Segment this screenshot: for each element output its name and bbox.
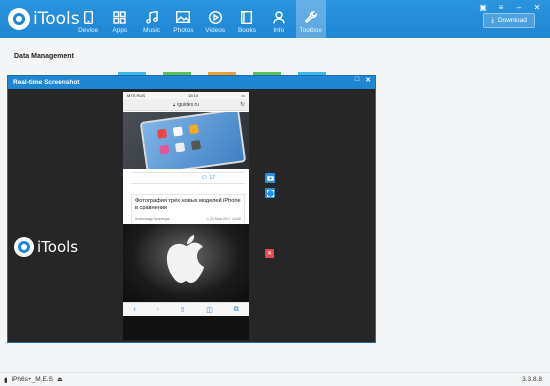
nav-music[interactable]: Music xyxy=(137,0,167,38)
close-icon[interactable]: ✕ xyxy=(365,76,371,84)
close-icon: ✕ xyxy=(266,251,273,257)
main-nav: Device Apps Music Photos Videos Books In… xyxy=(73,0,327,38)
photos-icon xyxy=(176,10,191,24)
lock-icon: 🔒︎ xyxy=(173,102,176,107)
app-tile xyxy=(156,128,168,139)
nav-videos[interactable]: Videos xyxy=(200,0,230,38)
reload-icon: ↻ xyxy=(239,102,245,108)
nav-label: Music xyxy=(143,27,161,34)
nav-label: Device xyxy=(78,27,98,34)
logo-text: iTools xyxy=(37,238,79,256)
videos-icon xyxy=(208,10,222,24)
version-label: 3.3.8.8 xyxy=(522,376,542,383)
comment-count: 17 xyxy=(209,175,215,181)
camera-button[interactable] xyxy=(265,173,275,183)
nav-device[interactable]: Device xyxy=(73,0,103,38)
article-date-wrap: ◷ 21 Мая 2017 14:00 xyxy=(206,217,241,221)
download-button[interactable]: ⤓ Download xyxy=(483,13,535,28)
article-title: Фотография трёх новых моделей iPhone в с… xyxy=(135,198,241,211)
app-tile xyxy=(172,126,183,137)
app-tile xyxy=(190,140,202,151)
app-tile xyxy=(175,142,186,153)
safari-url-bar: 🔒︎ iguides.ru ↻ xyxy=(123,99,249,111)
article-image-apple xyxy=(123,224,249,302)
phone-status-bar: MTS RUS 15:10 ▭ xyxy=(123,92,249,99)
nav-label: Apps xyxy=(112,27,128,34)
nav-label: Videos xyxy=(205,27,226,34)
close-icon[interactable]: ✕ xyxy=(532,3,542,12)
fullscreen-icon xyxy=(266,189,274,197)
app-logo: iTools xyxy=(8,6,80,32)
window-controls: ▣ ≡ – ✕ xyxy=(478,3,542,12)
wrench-icon xyxy=(304,10,318,24)
apps-icon xyxy=(113,10,127,24)
section-title: Data Management xyxy=(14,53,74,60)
screenshot-logo: iTools xyxy=(14,237,78,257)
screenshot-window-controls: □ ✕ xyxy=(355,76,371,84)
screenshot-title: Real-time Screenshot xyxy=(13,79,80,86)
nav-label: Toolbox xyxy=(299,27,322,34)
tabs-icon[interactable]: ⧉ xyxy=(234,306,239,314)
download-label: Download xyxy=(497,17,527,24)
restore-icon[interactable]: □ xyxy=(355,76,359,84)
user-icon xyxy=(272,10,286,24)
app-tile xyxy=(159,144,170,155)
comment-icon: 💬︎ xyxy=(201,175,208,181)
phone-icon xyxy=(81,10,95,24)
status-bar: ▮ iPh6s+_M.E.S ⏏ 3.3.8.8 xyxy=(0,372,550,386)
ipad-image xyxy=(139,112,247,169)
nav-label: Books xyxy=(237,27,257,34)
eject-icon[interactable]: ⏏ xyxy=(57,376,63,383)
camera-icon xyxy=(266,176,274,181)
phone-time: 15:10 xyxy=(188,93,199,98)
nav-photos[interactable]: Photos xyxy=(168,0,198,38)
safari-toolbar: ‹ › ⇧ ◫ ⧉ xyxy=(123,302,249,316)
menu-icon[interactable]: ≡ xyxy=(496,3,506,12)
download-manager-icon[interactable]: ▣ xyxy=(478,3,488,12)
forward-icon[interactable]: › xyxy=(156,306,158,313)
device-name[interactable]: iPh6s+_M.E.S xyxy=(12,376,53,383)
books-icon xyxy=(240,10,254,24)
phone-bottom-area xyxy=(123,316,249,340)
minimize-icon[interactable]: – xyxy=(514,3,524,12)
comment-counter: 💬︎ 17 xyxy=(131,172,245,184)
clock-icon: ◷ xyxy=(205,217,210,221)
fullscreen-button[interactable] xyxy=(265,188,275,198)
logo-icon xyxy=(14,237,34,257)
url-text: iguides.ru xyxy=(177,101,199,108)
article-card: Фотография трёх новых моделей iPhone в с… xyxy=(131,194,245,224)
nav-label: Photos xyxy=(173,27,194,34)
carrier: MTS RUS xyxy=(127,93,145,98)
stop-screenshot-button[interactable]: ✕ xyxy=(265,249,274,258)
download-icon: ⤓ xyxy=(491,16,494,24)
share-icon[interactable]: ⇧ xyxy=(180,306,186,314)
nav-info[interactable]: Info xyxy=(264,0,294,38)
nav-label: Info xyxy=(273,27,285,34)
device-icon: ▮ xyxy=(4,376,8,384)
article-author: Александр Кузнецов xyxy=(135,217,170,221)
nav-toolbox[interactable]: Toolbox xyxy=(295,0,326,38)
bookmarks-icon[interactable]: ◫ xyxy=(206,306,213,314)
itools-window: iTools Device Apps Music Photos Videos B… xyxy=(0,0,550,386)
app-tile xyxy=(188,124,199,135)
article-image-ipad xyxy=(123,112,249,169)
back-icon[interactable]: ‹ xyxy=(133,306,135,313)
top-toolbar: iTools Device Apps Music Photos Videos B… xyxy=(0,0,550,38)
article-date: 21 Мая 2017 14:00 xyxy=(210,217,241,221)
screenshot-titlebar[interactable]: Real-time Screenshot □ ✕ xyxy=(8,76,375,89)
nav-books[interactable]: Books xyxy=(232,0,262,38)
nav-apps[interactable]: Apps xyxy=(105,0,135,38)
apple-logo-icon xyxy=(166,235,204,283)
logo-icon xyxy=(8,8,30,30)
battery-icon: ▭ xyxy=(241,93,245,98)
article-meta: Александр Кузнецов ◷ 21 Мая 2017 14:00 xyxy=(135,217,241,221)
phone-screen: MTS RUS 15:10 ▭ 🔒︎ iguides.ru ↻ 💬︎ 17 Фо… xyxy=(123,92,249,340)
music-icon xyxy=(145,10,159,24)
